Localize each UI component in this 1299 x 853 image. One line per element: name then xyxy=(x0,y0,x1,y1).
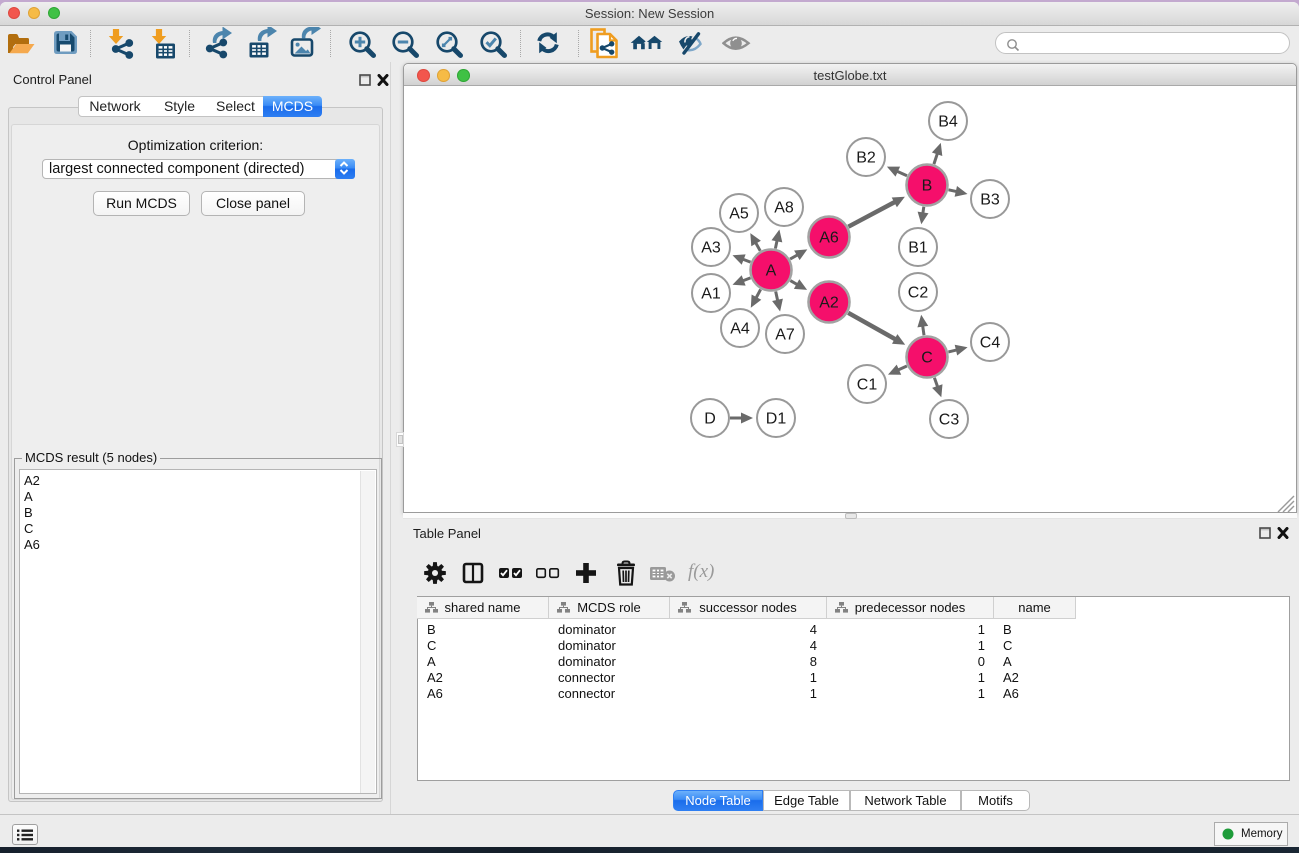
svg-text:B1: B1 xyxy=(908,240,928,257)
svg-text:C4: C4 xyxy=(980,335,1001,352)
svg-text:B3: B3 xyxy=(980,192,1000,209)
svg-text:B2: B2 xyxy=(856,150,876,167)
svg-text:A3: A3 xyxy=(701,240,721,257)
svg-text:A4: A4 xyxy=(730,321,750,338)
svg-text:A5: A5 xyxy=(729,206,749,223)
svg-text:A6: A6 xyxy=(819,230,839,247)
svg-text:C2: C2 xyxy=(908,285,929,302)
svg-text:C1: C1 xyxy=(857,377,878,394)
svg-text:A2: A2 xyxy=(819,295,839,312)
svg-text:D: D xyxy=(704,411,716,428)
svg-text:C: C xyxy=(921,350,933,367)
svg-text:A: A xyxy=(766,263,777,280)
svg-text:A8: A8 xyxy=(774,200,794,217)
svg-text:A1: A1 xyxy=(701,286,721,303)
svg-text:A7: A7 xyxy=(775,327,795,344)
svg-text:B4: B4 xyxy=(938,114,958,131)
svg-text:B: B xyxy=(922,178,933,195)
svg-text:D1: D1 xyxy=(766,411,787,428)
svg-text:C3: C3 xyxy=(939,412,960,429)
